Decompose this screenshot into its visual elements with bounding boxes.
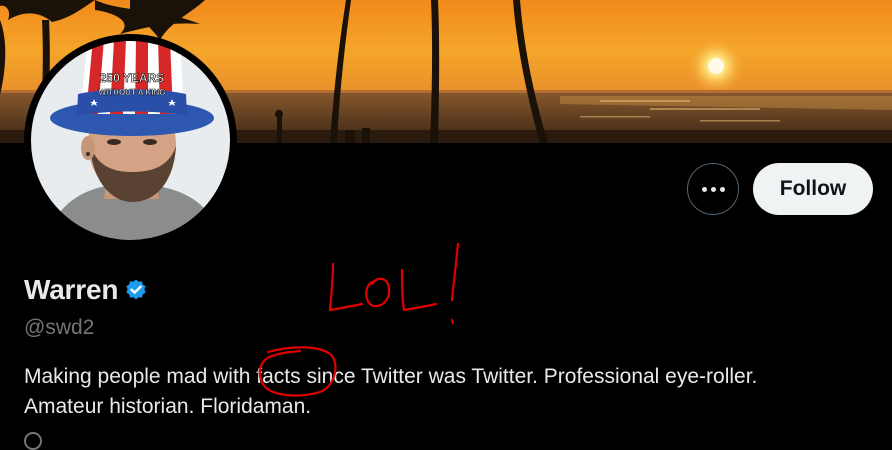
- more-options-button[interactable]: [687, 163, 739, 215]
- profile-bio: Making people mad with facts since Twitt…: [24, 362, 874, 422]
- hat-text-line2: WITHOUT A KING: [99, 88, 166, 97]
- follow-button[interactable]: Follow: [753, 163, 873, 215]
- profile-avatar[interactable]: 250 YEARS WITHOUT A KING: [24, 34, 237, 247]
- bio-line-2: Amateur historian. Floridaman.: [24, 395, 312, 418]
- bio-line-1: Making people mad with facts since Twitt…: [24, 365, 758, 388]
- scribble-letter-o: [365, 277, 391, 308]
- display-name: Warren: [24, 274, 119, 305]
- location-icon: [24, 432, 42, 450]
- verified-badge-icon[interactable]: [124, 278, 148, 302]
- profile-name-row: Warren: [24, 274, 148, 306]
- scribble-letter-l1: [328, 262, 364, 312]
- user-handle: @swd2: [24, 316, 95, 339]
- hat-text-line1: 250 YEARS: [100, 71, 164, 85]
- ellipsis-icon: [701, 186, 725, 192]
- avatar-image: 250 YEARS WITHOUT A KING: [28, 38, 233, 243]
- scribble-exclamation: [450, 242, 460, 302]
- scribble-letter-l2: [400, 268, 438, 312]
